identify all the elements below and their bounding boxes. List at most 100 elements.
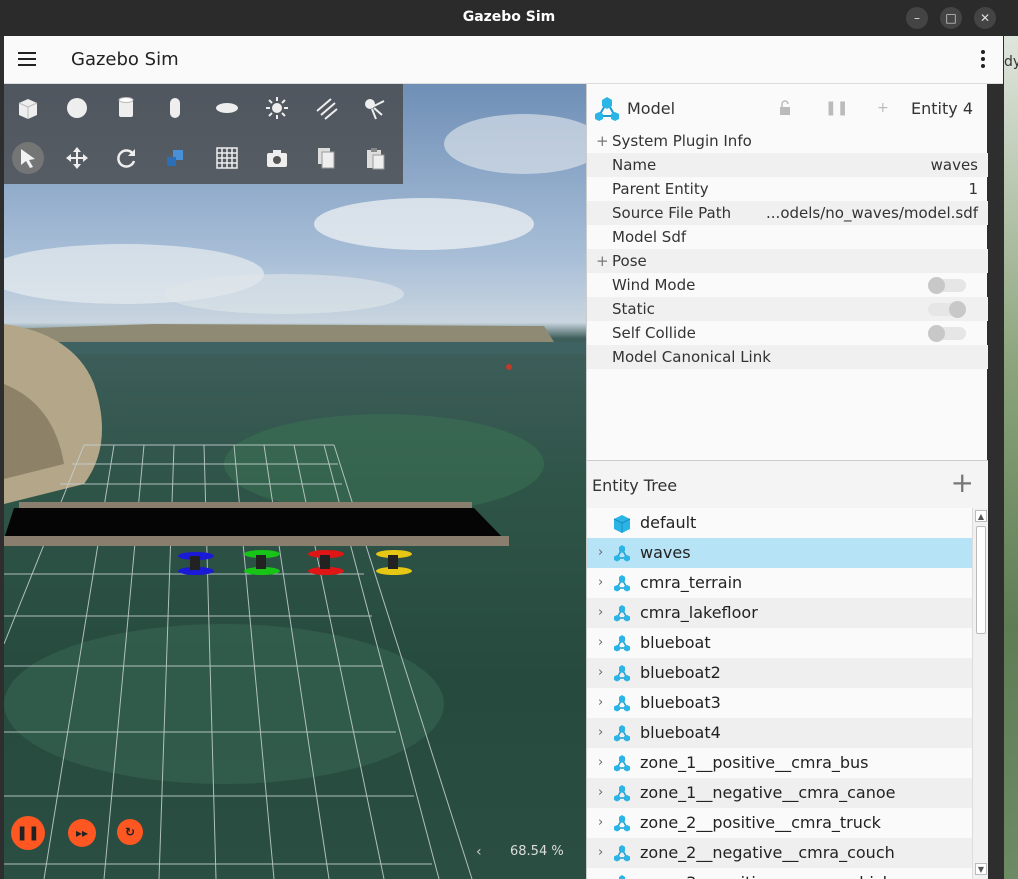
chevron-right-icon[interactable]: › — [598, 658, 603, 688]
pause-updates-icon[interactable]: ❚❚ — [825, 100, 848, 116]
prop-name: Name waves — [587, 153, 988, 177]
scene-3d-view[interactable]: ❚❚ ▸▸ ↻ ‹ 68.54 % — [4, 84, 586, 879]
boat-green — [244, 550, 280, 575]
chevron-right-icon[interactable]: › — [598, 748, 603, 778]
menu-icon[interactable] — [18, 52, 36, 66]
tree-row[interactable]: › zone_3__positive__cmra_vehicle — [587, 868, 972, 879]
translate-icon[interactable] — [61, 142, 93, 174]
app-title: Gazebo Sim — [71, 49, 179, 70]
model-icon — [611, 843, 633, 865]
window-title: Gazebo Sim — [462, 9, 556, 25]
model-icon — [611, 783, 633, 805]
component-inspector-header: Model ❚❚ + Entity 4 — [587, 84, 988, 132]
paste-icon[interactable] — [359, 142, 391, 174]
prop-self-collide: Self Collide — [587, 321, 988, 345]
tree-row[interactable]: › cmra_terrain — [587, 568, 972, 598]
cylinder-icon[interactable] — [110, 92, 142, 124]
tree-row[interactable]: default — [587, 508, 972, 538]
chevron-right-icon[interactable]: › — [598, 778, 603, 808]
tree-row-label: cmra_lakefloor — [640, 603, 758, 622]
chevron-right-icon[interactable]: › — [598, 718, 603, 748]
tree-row-label: blueboat3 — [640, 693, 721, 712]
prop-source-file-path-value: ...odels/no_waves/model.sdf — [766, 204, 978, 222]
entity-tree-scrollbar[interactable]: ▲ ▼ — [972, 508, 988, 879]
spot-light-icon[interactable] — [359, 92, 391, 124]
tree-row[interactable]: › blueboat2 — [587, 658, 972, 688]
chevron-right-icon[interactable]: › — [598, 568, 603, 598]
model-icon — [611, 603, 633, 625]
tree-row[interactable]: › waves — [587, 538, 972, 568]
model-icon — [611, 873, 633, 879]
prop-name-value: waves — [930, 156, 978, 174]
chevron-right-icon[interactable]: › — [598, 688, 603, 718]
model-icon — [611, 723, 633, 745]
chevron-right-icon[interactable]: › — [598, 628, 603, 658]
more-options-icon[interactable] — [981, 50, 985, 70]
scrollbar-thumb[interactable] — [976, 526, 986, 634]
tree-row[interactable]: › blueboat3 — [587, 688, 972, 718]
camera-icon[interactable] — [261, 142, 293, 174]
rtf-collapse-icon[interactable]: ‹ — [476, 844, 482, 860]
self-collide-toggle[interactable] — [928, 325, 966, 342]
expand-icon[interactable]: + — [596, 249, 609, 273]
add-component-icon[interactable]: + — [877, 100, 889, 116]
rotate-icon[interactable] — [110, 142, 142, 174]
add-entity-icon[interactable]: + — [951, 469, 974, 497]
tree-row[interactable]: › zone_1__negative__cmra_canoe — [587, 778, 972, 808]
tree-row-label: blueboat2 — [640, 663, 721, 682]
minimize-button[interactable]: – — [906, 7, 928, 29]
sun-icon[interactable] — [261, 92, 293, 124]
tree-row-label: zone_3__positive__cmra_vehicle — [640, 868, 897, 879]
tree-row-label: zone_2__positive__cmra_truck — [640, 813, 881, 832]
tree-row-label: zone_1__negative__cmra_canoe — [640, 783, 896, 802]
prop-parent-entity-value: 1 — [968, 180, 978, 198]
capsule-icon[interactable] — [159, 92, 191, 124]
lock-icon[interactable] — [777, 100, 793, 120]
prop-model-sdf[interactable]: Model Sdf — [587, 225, 988, 249]
tree-row[interactable]: › zone_1__positive__cmra_bus — [587, 748, 972, 778]
tree-row[interactable]: › zone_2__negative__cmra_couch — [587, 838, 972, 868]
static-toggle[interactable] — [928, 301, 966, 318]
directional-light-icon[interactable] — [310, 92, 342, 124]
world-icon — [611, 513, 633, 535]
tree-row-label: blueboat4 — [640, 723, 721, 742]
prop-system-plugin-info[interactable]: + System Plugin Info — [587, 129, 988, 153]
close-button[interactable]: ✕ — [974, 7, 996, 29]
ellipsoid-icon[interactable] — [211, 92, 243, 124]
tree-row-label: blueboat — [640, 633, 711, 652]
app-header: Gazebo Sim — [4, 36, 1003, 84]
expand-icon[interactable]: + — [596, 129, 609, 153]
entity-id: Entity 4 — [911, 99, 973, 118]
pause-button[interactable]: ❚❚ — [11, 816, 45, 850]
desktop-peek-text: dy — [1004, 54, 1018, 70]
chevron-right-icon[interactable]: › — [598, 598, 603, 628]
select-arrow-icon[interactable] — [12, 142, 44, 174]
chevron-right-icon[interactable]: › — [598, 808, 603, 838]
tree-row[interactable]: › cmra_lakefloor — [587, 598, 972, 628]
model-icon — [611, 663, 633, 685]
chevron-right-icon[interactable]: › — [598, 838, 603, 868]
tree-row-label: default — [640, 513, 697, 532]
transform-icon[interactable] — [159, 142, 191, 174]
component-title: Model — [627, 99, 676, 118]
model-icon — [611, 633, 633, 655]
step-button[interactable]: ▸▸ — [68, 819, 96, 847]
tree-row-label: zone_1__positive__cmra_bus — [640, 753, 869, 772]
boat-yellow — [376, 550, 412, 575]
grid-icon[interactable] — [211, 142, 243, 174]
tree-row[interactable]: › blueboat4 — [587, 718, 972, 748]
maximize-button[interactable]: □ — [940, 7, 962, 29]
prop-pose[interactable]: + Pose — [587, 249, 988, 273]
tree-row[interactable]: › blueboat — [587, 628, 972, 658]
box-icon[interactable] — [12, 92, 44, 124]
chevron-right-icon[interactable]: › — [598, 538, 603, 568]
scroll-down-icon[interactable]: ▼ — [975, 863, 987, 875]
reset-button[interactable]: ↻ — [117, 819, 143, 845]
scroll-up-icon[interactable]: ▲ — [975, 510, 987, 522]
copy-icon[interactable] — [310, 142, 342, 174]
scene-toolbar — [4, 84, 403, 184]
sphere-icon[interactable] — [61, 92, 93, 124]
wind-mode-toggle[interactable] — [928, 277, 966, 294]
tree-row[interactable]: › zone_2__positive__cmra_truck — [587, 808, 972, 838]
chevron-right-icon[interactable]: › — [598, 868, 603, 879]
